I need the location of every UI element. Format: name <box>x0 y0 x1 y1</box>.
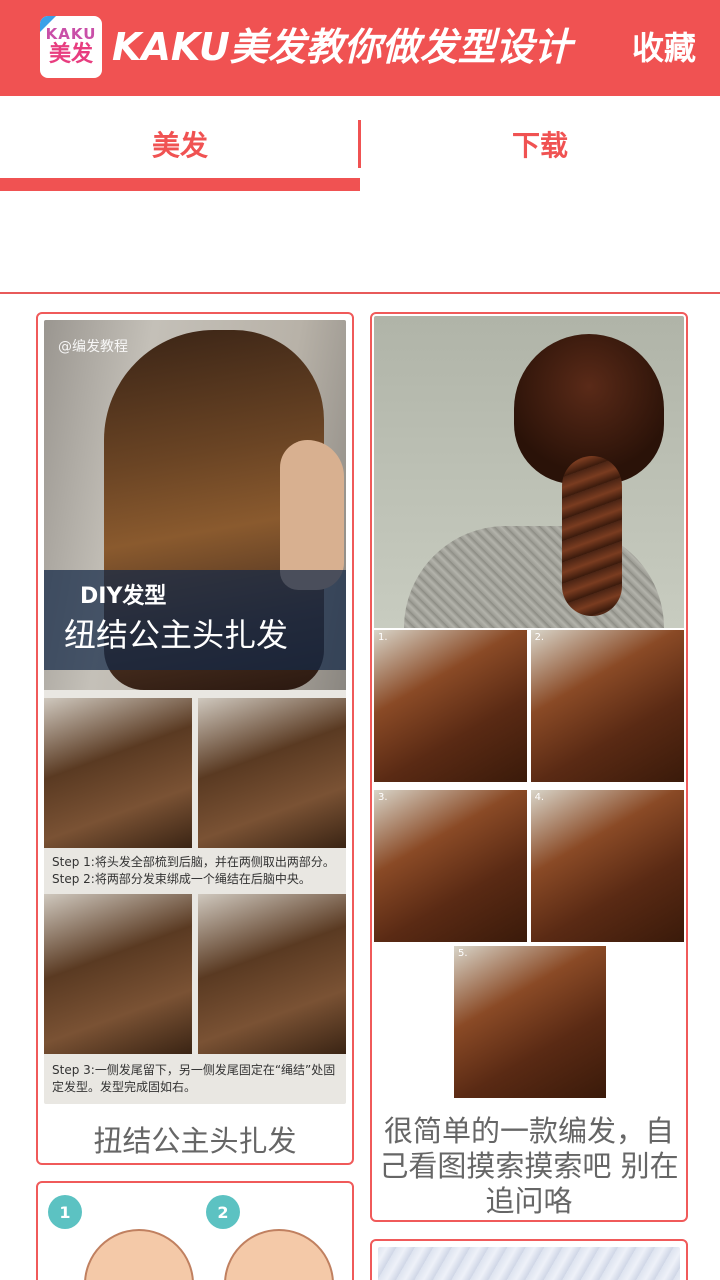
step-photo: 2. <box>530 630 684 782</box>
hairstyle-card[interactable]: 1 2 <box>36 1181 354 1280</box>
tab-download[interactable]: 下载 <box>360 96 720 192</box>
tab-bar: 美发 下载 <box>0 96 720 196</box>
step-badge: 2 <box>206 1195 240 1229</box>
hairstyle-image: @编发教程 DIY发型 纽结公主头扎发 Step 1:将头发全部梳到后脑，并在两… <box>44 320 346 1104</box>
sketch-illustration <box>84 1229 194 1280</box>
card-caption: 很简单的一款编发，自己看图摸索摸索吧 别在追问咯 <box>379 1114 679 1218</box>
active-tab-indicator <box>0 178 360 191</box>
step-row-2: Step 3:一侧发尾留下，另一侧发尾固定在“绳结”处固定发型。发型完成固如右。 <box>44 894 346 1104</box>
hairstyle-image: 1 2 <box>44 1189 346 1280</box>
sketch-illustration <box>224 1229 334 1280</box>
step-text: Step 2:将两部分发束绑成一个绳结在后脑中央。 <box>52 872 311 886</box>
step-photo <box>44 894 192 1054</box>
step-row-1: Step 1:将头发全部梳到后脑，并在两侧取出两部分。 Step 2:将两部分发… <box>44 698 346 898</box>
content-divider <box>0 292 720 294</box>
image-watermark: @编发教程 <box>58 339 128 355</box>
step-number: 4. <box>534 792 545 803</box>
logo-text-bottom: 美发 <box>48 41 93 67</box>
card-caption: 扭结公主头扎发 <box>93 1124 297 1158</box>
step-photo: 1. <box>374 630 528 782</box>
image-title-large: 纽结公主头扎发 <box>64 616 289 654</box>
face-shape <box>280 440 344 590</box>
app-logo-icon: KAKU 美发 <box>40 16 102 78</box>
app-title: KAKU美发教你做发型设计 <box>112 25 572 69</box>
collect-button[interactable]: 收藏 <box>632 26 696 70</box>
braid-shape <box>562 456 622 616</box>
step-number: 3. <box>378 792 388 803</box>
step-photo: 5. <box>454 946 606 1098</box>
step-text: Step 3:一侧发尾留下，另一侧发尾固定在“绳结”处固定发型。发型完成固如右。 <box>52 1063 336 1094</box>
step-number: 1. <box>378 632 388 643</box>
hairstyle-image <box>378 1247 680 1280</box>
step-number: 5. <box>458 948 468 959</box>
hairstyle-card[interactable]: 1. 2. 3. 4. 5. 很简单的一款编发，自己看图摸索摸索吧 别在追问咯 <box>370 312 688 1222</box>
step-badge: 1 <box>48 1195 82 1229</box>
hairstyle-card[interactable] <box>370 1239 688 1280</box>
step-text: Step 1:将头发全部梳到后脑，并在两侧取出两部分。 <box>52 855 335 869</box>
step-photo <box>198 894 346 1054</box>
step-photo <box>198 698 346 848</box>
step-photo <box>44 698 192 848</box>
banner-area <box>0 196 720 292</box>
hairstyle-image: 1. 2. 3. 4. 5. <box>374 316 684 1100</box>
app-header: KAKU 美发 KAKU美发教你做发型设计 收藏 <box>0 0 720 96</box>
step-number: 2. <box>534 632 545 643</box>
step-photo: 3. <box>374 790 528 942</box>
step-photo: 4. <box>530 790 684 942</box>
image-title-small: DIY发型 <box>80 584 167 609</box>
hairstyle-card[interactable]: @编发教程 DIY发型 纽结公主头扎发 Step 1:将头发全部梳到后脑，并在两… <box>36 312 354 1165</box>
logo-corner-ribbon <box>40 16 56 32</box>
